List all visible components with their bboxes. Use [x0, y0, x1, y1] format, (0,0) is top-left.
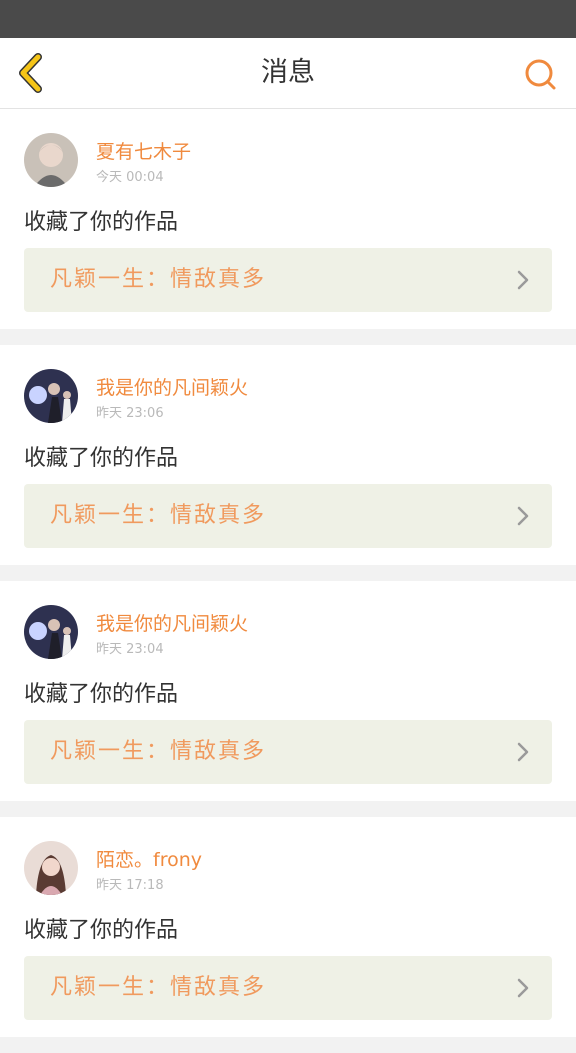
avatar[interactable]	[24, 841, 78, 895]
search-button[interactable]	[522, 56, 558, 92]
user-photo-icon	[24, 841, 78, 895]
message-time: 昨天 17:18	[96, 878, 164, 893]
chevron-right-icon	[517, 270, 529, 290]
avatar[interactable]	[24, 605, 78, 659]
message-card: 我是你的凡间颖火 昨天 23:06 收藏了你的作品 凡颖一生：情敌真多	[0, 345, 576, 565]
work-link[interactable]: 凡颖一生：情敌真多	[24, 720, 552, 784]
action-text: 收藏了你的作品	[24, 210, 179, 235]
user-photo-icon	[24, 133, 78, 187]
user-photo-icon	[24, 605, 78, 659]
message-list: 夏有七木子 今天 00:04 收藏了你的作品 凡颖一生：情敌真多 我是你的凡间颖…	[0, 109, 576, 1053]
message-time: 昨天 23:04	[96, 642, 164, 657]
message-card: 我是你的凡间颖火 昨天 23:04 收藏了你的作品 凡颖一生：情敌真多	[0, 581, 576, 801]
action-text: 收藏了你的作品	[24, 446, 179, 471]
top-navigation-bar: 消息	[0, 38, 576, 109]
avatar[interactable]	[24, 133, 78, 187]
message-time: 今天 00:04	[96, 170, 164, 185]
work-title: 凡颖一生：情敌真多	[50, 503, 267, 528]
message-time: 昨天 23:06	[96, 406, 164, 421]
chevron-right-icon	[517, 742, 529, 762]
chevron-right-icon	[517, 978, 529, 998]
work-link[interactable]: 凡颖一生：情敌真多	[24, 248, 552, 312]
username-link[interactable]: 我是你的凡间颖火	[96, 609, 248, 636]
avatar[interactable]	[24, 369, 78, 423]
message-card: 陌恋。frony 昨天 17:18 收藏了你的作品 凡颖一生：情敌真多	[0, 817, 576, 1037]
work-title: 凡颖一生：情敌真多	[50, 975, 267, 1000]
message-card: 夏有七木子 今天 00:04 收藏了你的作品 凡颖一生：情敌真多	[0, 109, 576, 329]
page-title: 消息	[261, 57, 315, 88]
action-text: 收藏了你的作品	[24, 918, 179, 943]
username-link[interactable]: 陌恋。frony	[96, 845, 202, 872]
search-icon	[525, 59, 556, 90]
chevron-right-icon	[517, 506, 529, 526]
user-photo-icon	[24, 369, 78, 423]
username-link[interactable]: 我是你的凡间颖火	[96, 373, 248, 400]
work-title: 凡颖一生：情敌真多	[50, 267, 267, 292]
work-link[interactable]: 凡颖一生：情敌真多	[24, 956, 552, 1020]
username-link[interactable]: 夏有七木子	[96, 137, 191, 164]
status-bar	[0, 0, 576, 38]
work-title: 凡颖一生：情敌真多	[50, 739, 267, 764]
action-text: 收藏了你的作品	[24, 682, 179, 707]
work-link[interactable]: 凡颖一生：情敌真多	[24, 484, 552, 548]
